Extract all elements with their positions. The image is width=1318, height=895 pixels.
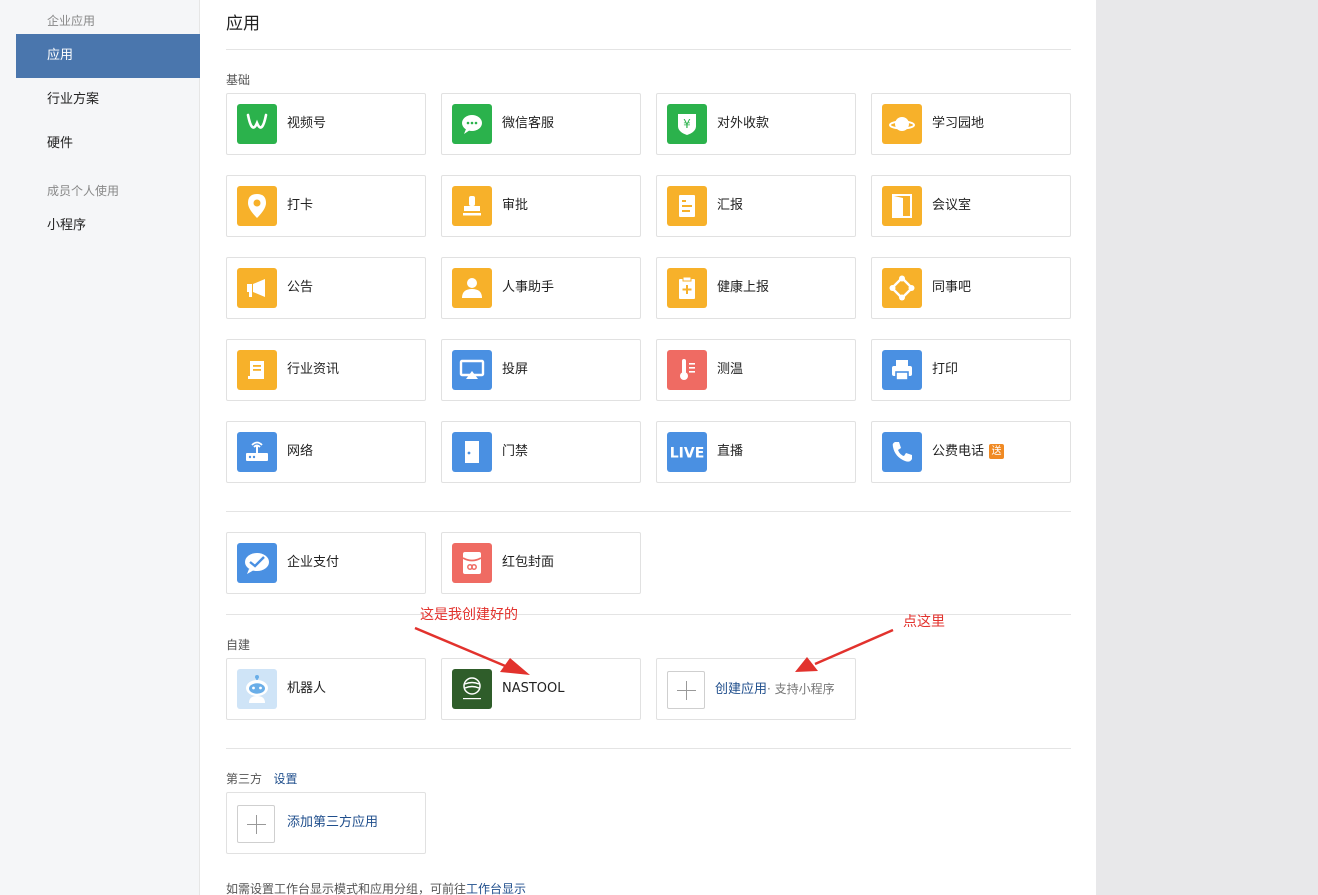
arrow-line-right [814,628,894,666]
annotation-arrows [414,626,894,675]
arrow-line-left [414,626,511,670]
arrow-head-right [795,657,818,672]
arrow-head-left [500,658,530,675]
